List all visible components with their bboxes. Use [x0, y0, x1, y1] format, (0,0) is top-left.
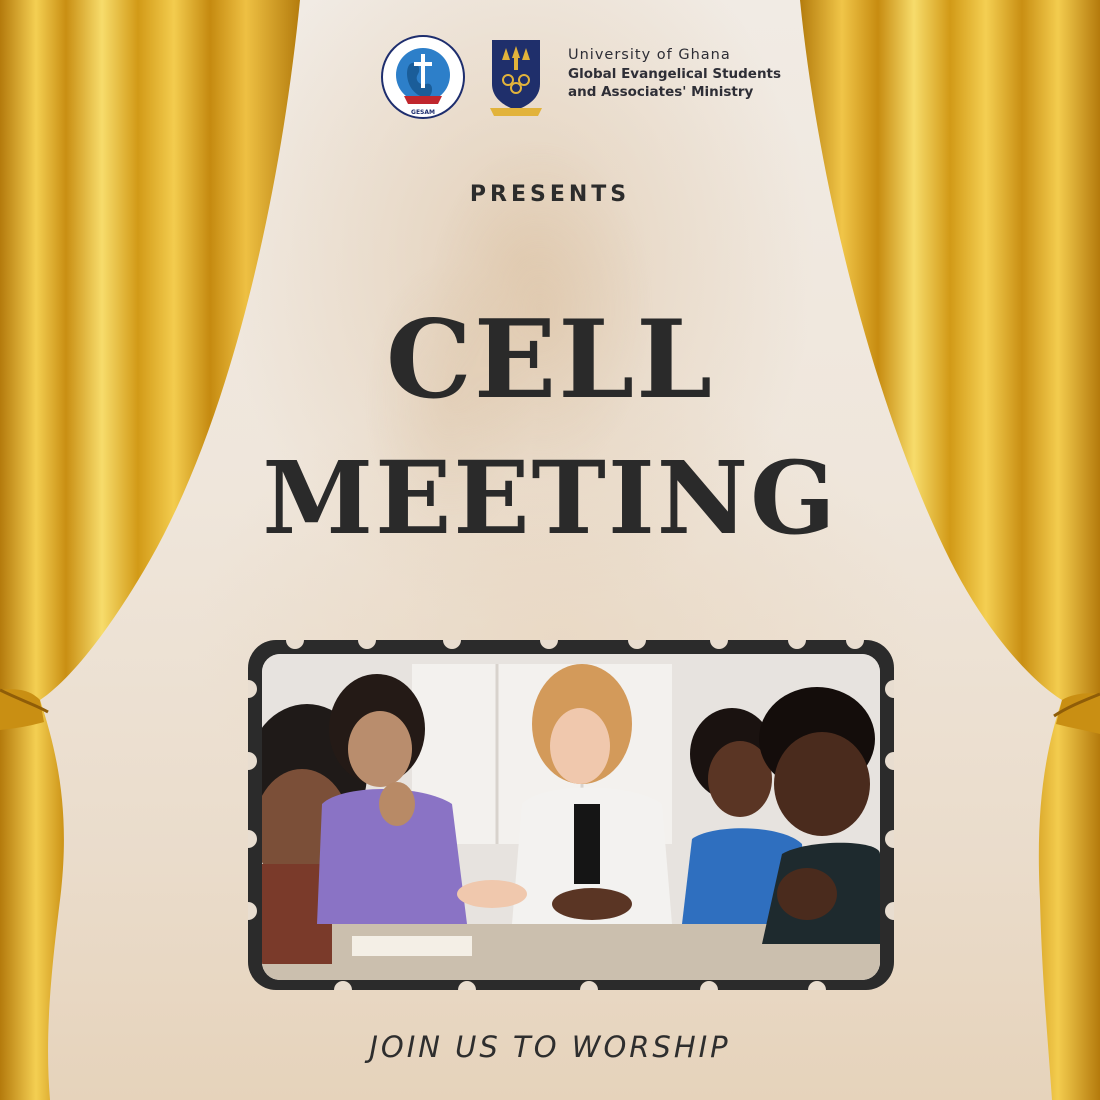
frame-perforation	[248, 902, 257, 920]
event-poster: GESAM University of Ghana Global Evangel…	[0, 0, 1100, 1100]
frame-perforation	[846, 640, 864, 649]
frame-perforation	[700, 981, 718, 990]
frame-perforation	[248, 830, 257, 848]
org-ministry-name-line2: and Associates' Ministry	[568, 84, 754, 100]
frame-perforation	[710, 640, 728, 649]
organisation-name: University of Ghana Global Evangelical S…	[568, 46, 818, 101]
header: GESAM University of Ghana Global Evangel…	[380, 34, 810, 120]
frame-perforation	[443, 640, 461, 649]
frame-perforation	[628, 640, 646, 649]
frame-perforation	[540, 640, 558, 649]
frame-perforation	[885, 830, 894, 848]
frame-perforation	[885, 902, 894, 920]
event-title-line1: CELL	[385, 297, 715, 423]
presents-label: PRESENTS	[469, 182, 631, 207]
frame-perforation	[885, 680, 894, 698]
frame-perforation	[334, 981, 352, 990]
frame-perforation	[358, 640, 376, 649]
frame-perforation	[248, 752, 257, 770]
frame-perforation	[788, 640, 806, 649]
event-title-line2: MEETING	[262, 439, 838, 557]
frame-perforation	[580, 981, 598, 990]
gesam-logo: GESAM	[380, 34, 466, 120]
group-prayer-photo	[262, 654, 880, 980]
frame-perforation	[248, 680, 257, 698]
university-of-ghana-crest	[488, 36, 544, 118]
photo-frame	[248, 640, 894, 990]
org-university-name: University of Ghana	[568, 47, 731, 63]
svg-text:GESAM: GESAM	[411, 109, 435, 116]
org-ministry-name-line1: Global Evangelical Students	[568, 66, 782, 82]
tagline: JOIN US TO WORSHIP	[369, 1030, 731, 1064]
frame-perforation	[885, 752, 894, 770]
frame-perforation	[286, 640, 304, 649]
frame-perforation	[808, 981, 826, 990]
frame-perforation	[458, 981, 476, 990]
